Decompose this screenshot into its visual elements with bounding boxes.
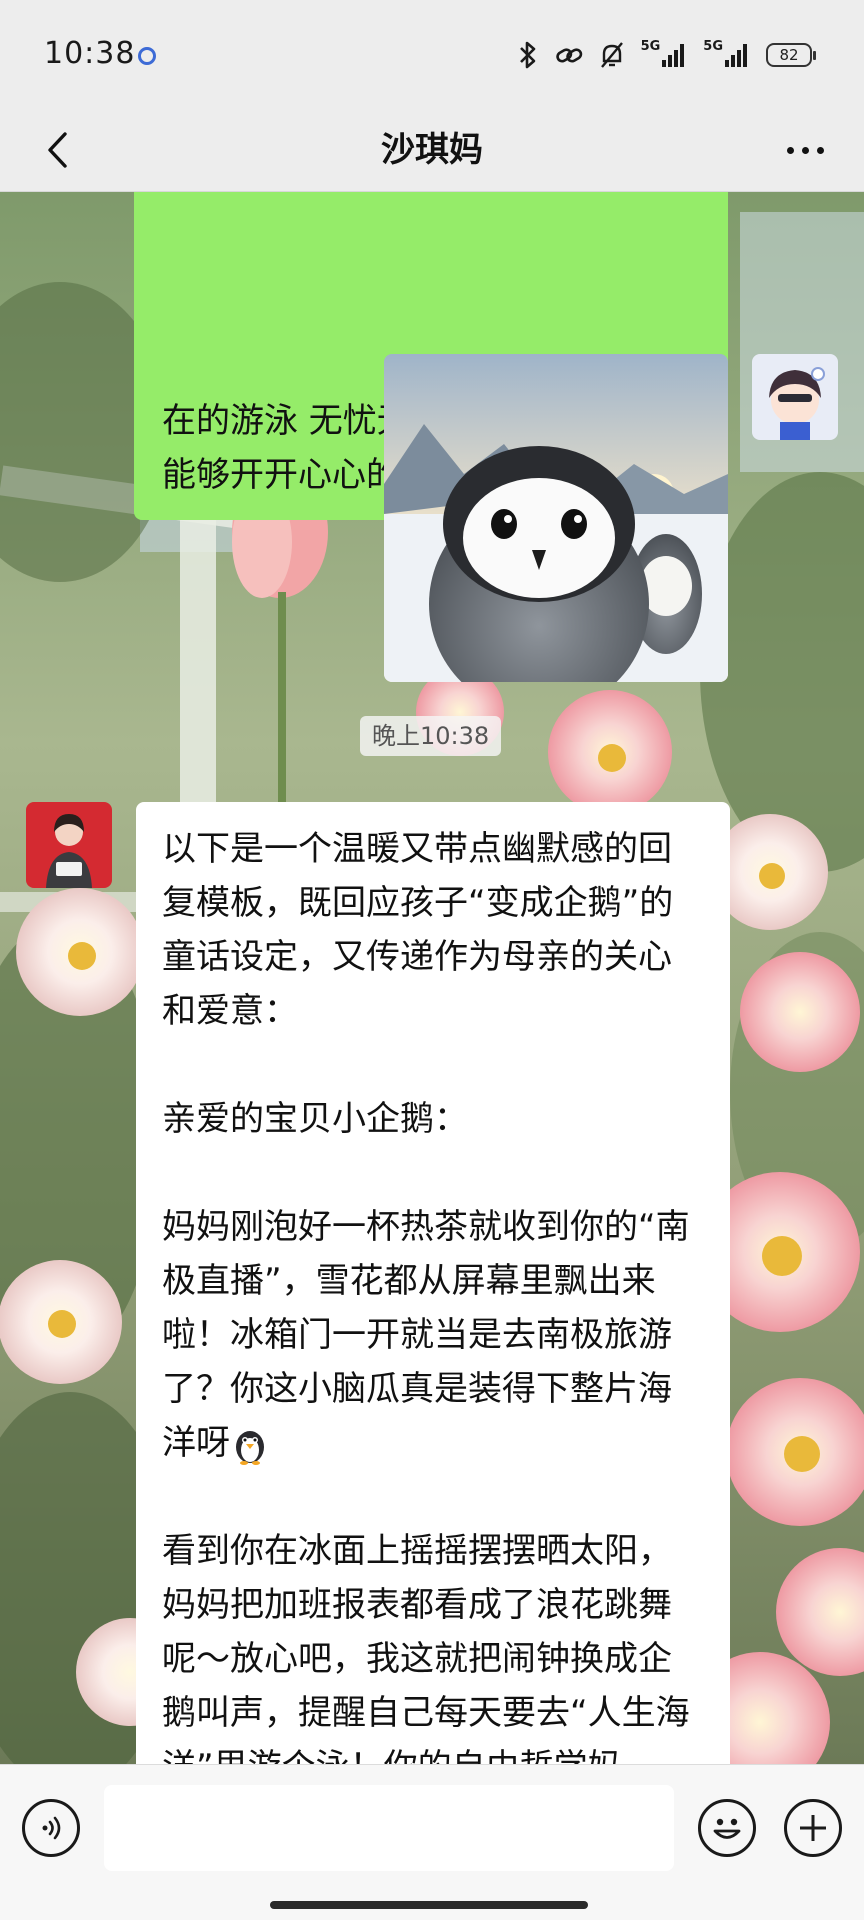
received-message-bubble[interactable]: 以下是一个温暖又带点幽默感的回复模板，既回应孩子“变成企鹅”的童话设定，又传递作… <box>136 802 730 1764</box>
emoji-button[interactable] <box>698 1799 756 1857</box>
signal-icon: 5G <box>703 38 750 70</box>
message-input[interactable] <box>104 1785 674 1871</box>
reply-paragraph-3: 妈妈刚泡好一杯热茶就收到你的“南极直播”，雪花都从屏幕里飘出来啦！冰箱门一开就当… <box>162 1200 704 1470</box>
voice-icon <box>42 1816 61 1840</box>
contact-avatar[interactable] <box>26 802 112 888</box>
more-dots-icon <box>786 146 794 154</box>
sent-photo-message[interactable] <box>384 354 728 682</box>
plus-icon <box>800 1815 826 1841</box>
plus-button[interactable] <box>784 1799 842 1857</box>
chat-area[interactable]: 在的游泳 无忧无虑的嬉戏 希望你也能够开开心心的过每一天 <box>0 192 864 1764</box>
reply-paragraph-4: 看到你在冰面上摇摇摆摆晒太阳，妈妈把加班报表都看成了浪花跳舞呢～放心吧，我这就把… <box>162 1531 690 1764</box>
battery-icon: 82 <box>766 43 816 67</box>
emoji-face-icon <box>713 1818 741 1839</box>
mute-bell-icon <box>599 40 625 70</box>
input-bar <box>0 1764 864 1920</box>
chat-header: 沙琪妈 <box>0 110 864 192</box>
chat-title: 沙琪妈 <box>381 130 483 170</box>
home-indicator[interactable] <box>270 1901 588 1909</box>
more-dots-icon <box>801 146 809 154</box>
status-time: 10:38 <box>44 36 136 71</box>
more-dots-icon <box>816 146 824 154</box>
notification-icon <box>138 47 156 65</box>
network-type-2: 5G <box>703 38 723 54</box>
battery-level: 82 <box>779 46 799 64</box>
my-avatar[interactable] <box>752 354 838 440</box>
voice-button[interactable] <box>22 1799 80 1857</box>
reply-paragraph-1: 以下是一个温暖又带点幽默感的回复模板，既回应孩子“变成企鹅”的童话设定，又传递作… <box>162 829 674 1031</box>
signal-icon: 5G <box>640 38 688 70</box>
reply-paragraph-2: 亲爱的宝贝小企鹅： <box>162 1099 468 1139</box>
message-timestamp: 晚上10:38 <box>360 716 502 756</box>
penguin-emoji <box>236 1430 264 1465</box>
penguin-chick-photo <box>384 354 728 682</box>
network-type-1: 5G <box>640 38 661 54</box>
bluetooth-icon <box>517 40 539 70</box>
status-icons: 5G 5G 82 <box>517 38 816 72</box>
link-icon <box>555 40 583 70</box>
more-button[interactable] <box>770 120 840 180</box>
status-bar: 10:38 5G 5G 82 <box>0 0 864 110</box>
